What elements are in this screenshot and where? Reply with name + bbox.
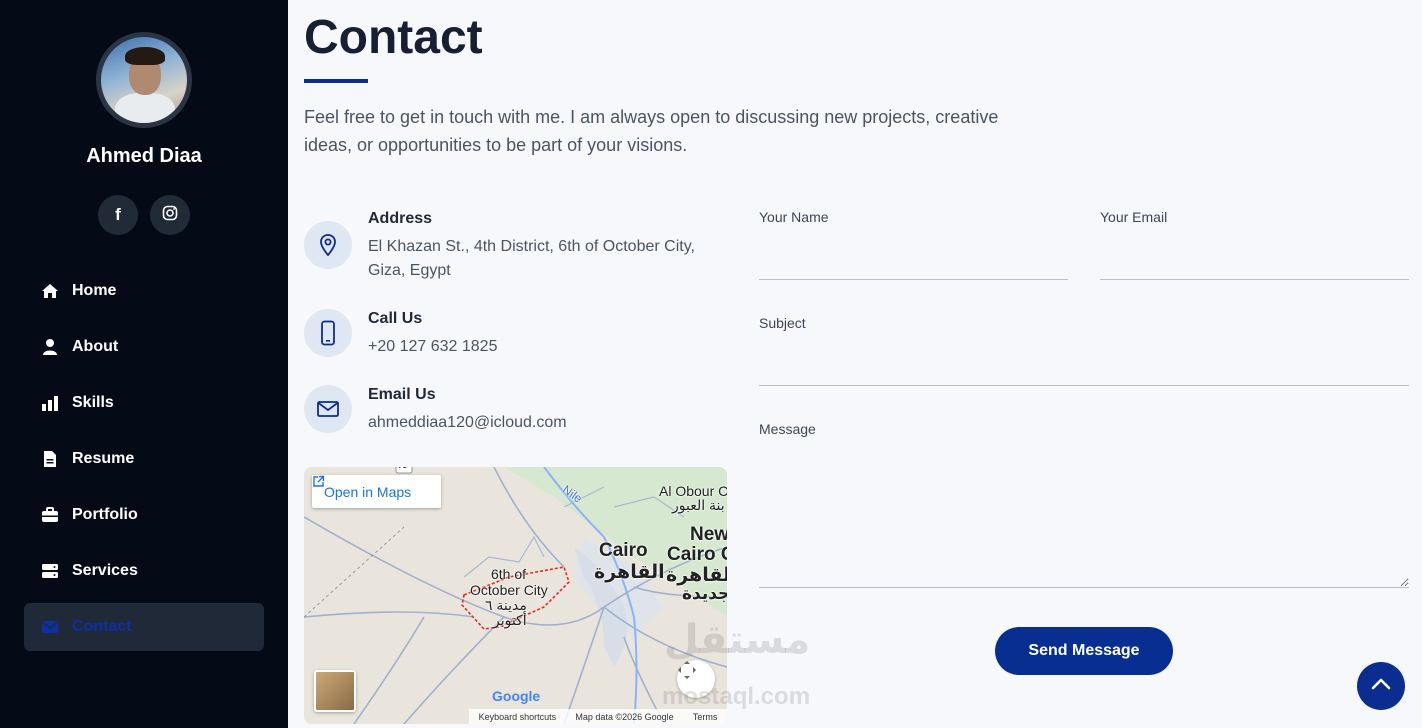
watermark-logo: مستقل (664, 618, 811, 662)
sidebar-item-home[interactable]: Home (24, 267, 264, 315)
map-obour-ar-label: بنة العبور (672, 497, 725, 513)
name-field[interactable] (759, 242, 1068, 280)
sidebar: Ahmed Diaa f Home About Skills Resume Po… (0, 0, 288, 728)
open-in-maps-button[interactable]: Open in Maps (312, 475, 441, 508)
sidebar-item-label: About (72, 338, 119, 355)
address-text: El Khazan St., 4th District, 6th of Octo… (368, 238, 695, 279)
sidebar-item-contact[interactable]: Contact (24, 603, 264, 651)
map-october-ar-label-2: أكتوبر (493, 612, 527, 628)
map-data-text: Map data ©2026 Google (575, 711, 674, 722)
home-icon (40, 281, 60, 301)
terms-link[interactable]: Terms (693, 712, 718, 722)
scroll-to-top-button[interactable] (1357, 662, 1405, 710)
google-logo: Google (492, 688, 541, 704)
phone-label: Call Us (368, 310, 423, 327)
instagram-link[interactable] (150, 195, 190, 235)
briefcase-icon (40, 505, 60, 525)
sidebar-item-services[interactable]: Services (24, 547, 264, 595)
title-underline (304, 79, 368, 83)
map-footer: Keyboard shortcuts Map data ©2026 Google… (469, 709, 727, 724)
envelope-icon (40, 617, 60, 637)
avatar (96, 32, 192, 128)
sidebar-item-label: Services (72, 562, 138, 579)
sidebar-item-skills[interactable]: Skills (24, 379, 264, 427)
server-icon (40, 561, 60, 581)
sidebar-item-about[interactable]: About (24, 323, 264, 371)
phone-text: +20 127 632 1825 (368, 338, 498, 355)
mail-icon (304, 385, 352, 433)
email-field[interactable] (1100, 242, 1409, 280)
map-cairo-label: Cairo (599, 540, 648, 561)
map-october-label: 6th of (491, 566, 527, 582)
page-title: Contact (304, 11, 483, 64)
email-field-label: Your Email (1100, 209, 1168, 225)
name-label: Your Name (759, 209, 829, 225)
document-icon (40, 449, 60, 469)
send-message-button[interactable]: Send Message (995, 627, 1173, 675)
message-field[interactable] (759, 450, 1409, 588)
chevron-up-icon (1371, 677, 1391, 696)
sidebar-item-label: Skills (72, 394, 114, 411)
map-road-label: 75 (398, 467, 407, 470)
email-label: Email Us (368, 386, 436, 403)
sidebar-item-label: Contact (72, 618, 132, 635)
address-label: Address (368, 210, 433, 227)
sidebar-item-label: Resume (72, 450, 135, 467)
sidebar-item-label: Portfolio (72, 506, 138, 523)
satellite-toggle-button[interactable] (314, 670, 356, 712)
map-pin-icon (304, 221, 352, 269)
facebook-icon: f (115, 205, 121, 224)
subject-label: Subject (759, 315, 806, 331)
map-new-cairo-label: New (690, 524, 727, 545)
map-cairo-ar-label: القاهرة (594, 562, 665, 583)
watermark-url: mostaql.com (662, 683, 811, 710)
intro-text: Feel free to get in touch with me. I am … (304, 107, 999, 155)
sidebar-item-resume[interactable]: Resume (24, 435, 264, 483)
sidebar-nav: Home About Skills Resume Portfolio Servi… (24, 267, 264, 659)
phone-icon (304, 309, 352, 357)
profile-name: Ahmed Diaa (86, 145, 202, 167)
subject-field[interactable] (759, 348, 1409, 386)
instagram-icon (162, 205, 178, 226)
facebook-link[interactable]: f (98, 195, 138, 235)
sidebar-item-portfolio[interactable]: Portfolio (24, 491, 264, 539)
email-text: ahmeddiaa120@icloud.com (368, 414, 567, 431)
keyboard-shortcuts-link[interactable]: Keyboard shortcuts (479, 712, 557, 722)
user-icon (40, 337, 60, 357)
message-label: Message (759, 421, 816, 437)
open-in-maps-label: Open in Maps (324, 483, 412, 500)
map-new-cairo-label-2: Cairo C (667, 544, 727, 565)
sidebar-item-label: Home (72, 282, 117, 299)
map-new-cairo-ar-label-2: جديدة (682, 584, 727, 603)
bar-chart-icon (40, 393, 60, 413)
map-october-label-2: October City (470, 582, 548, 598)
